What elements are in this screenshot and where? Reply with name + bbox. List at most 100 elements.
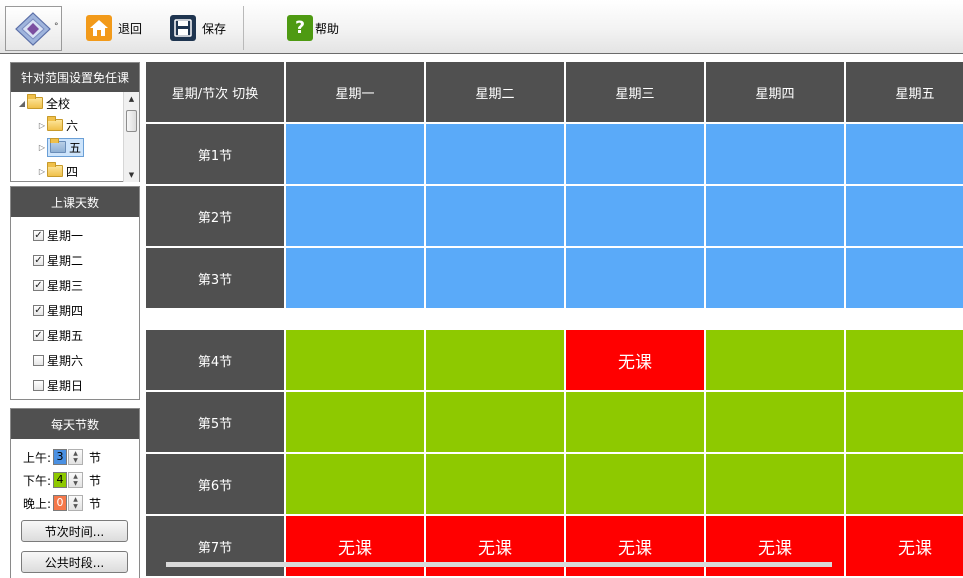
timetable-cell[interactable] [706, 248, 844, 308]
tree-selection[interactable]: 五 [47, 137, 85, 157]
app-logo[interactable]: ° [5, 6, 62, 51]
timetable-cell[interactable] [566, 248, 704, 308]
day-checkbox-sun[interactable]: 星期日 [33, 375, 83, 395]
timetable-cell[interactable] [426, 186, 564, 246]
spinner-arrows-icon[interactable]: ▲ ▼ [68, 472, 84, 488]
checkbox-unchecked-icon[interactable] [33, 379, 44, 391]
checkbox-checked-icon[interactable]: ✓ [33, 304, 44, 316]
no-class-cell[interactable]: 无课 [846, 516, 963, 576]
day-checkbox-fri[interactable]: ✓ 星期五 [33, 325, 83, 345]
column-header-thu: 星期四 [706, 62, 844, 122]
timetable-cell[interactable] [846, 186, 963, 246]
help-button[interactable]: ? 帮助 [287, 14, 339, 42]
timetable-cell[interactable] [286, 124, 424, 184]
row-header-period-7: 第7节 [146, 516, 284, 576]
no-class-cell[interactable]: 无课 [706, 516, 844, 576]
period-time-button[interactable]: 节次时间... [21, 520, 128, 542]
morning-periods-spinner[interactable]: 上午: 3 ▲ ▼ 节 [23, 448, 101, 466]
public-slot-button[interactable]: 公共时段... [21, 551, 128, 573]
scope-panel: 针对范围设置免任课 ◢ 全校 ▷ 六 ▷ 五 ▷ 四 ▲ ▼ [10, 62, 140, 182]
tree-node-label: 四 [66, 164, 79, 179]
afternoon-periods-spinner[interactable]: 下午: 4 ▲ ▼ 节 [23, 471, 101, 489]
tree-node-grade-4[interactable]: ▷ 四 [37, 162, 78, 180]
timetable-cell[interactable] [846, 124, 963, 184]
day-label: 星期一 [47, 228, 84, 243]
timetable-cell[interactable] [286, 248, 424, 308]
column-header-wed: 星期三 [566, 62, 704, 122]
no-class-cell[interactable]: 无课 [286, 516, 424, 576]
timetable-cell[interactable] [286, 454, 424, 514]
tree-node-grade-6[interactable]: ▷ 六 [37, 116, 78, 134]
no-class-cell[interactable]: 无课 [566, 516, 704, 576]
checkbox-checked-icon[interactable]: ✓ [33, 229, 44, 241]
scroll-up-icon[interactable]: ▲ [124, 92, 139, 106]
spinner-unit: 节 [89, 473, 102, 488]
day-checkbox-sat[interactable]: 星期六 [33, 350, 83, 370]
save-button[interactable]: 保存 [170, 14, 226, 42]
timetable-cell[interactable] [706, 392, 844, 452]
timetable-cell[interactable] [426, 124, 564, 184]
back-button[interactable]: 退回 [86, 14, 142, 42]
checkbox-checked-icon[interactable]: ✓ [33, 279, 44, 291]
diamond-logo-icon [15, 12, 51, 46]
tree-node-label: 六 [66, 118, 79, 133]
tree-scrollbar[interactable]: ▲ ▼ [123, 92, 139, 182]
timetable-cell[interactable] [286, 392, 424, 452]
help-label: 帮助 [315, 21, 340, 36]
timetable-cell[interactable] [426, 392, 564, 452]
tree-node-grade-5[interactable]: ▷ 五 [37, 137, 85, 157]
no-class-cell[interactable]: 无课 [426, 516, 564, 576]
checkbox-checked-icon[interactable]: ✓ [33, 329, 44, 341]
tree-expanded-arrow-icon[interactable]: ◢ [17, 99, 27, 108]
spinner-label: 上午: [23, 450, 52, 465]
day-checkbox-tue[interactable]: ✓ 星期二 [33, 250, 83, 270]
timetable-cell[interactable] [426, 330, 564, 390]
timetable-cell[interactable] [846, 392, 963, 452]
folder-icon [50, 138, 66, 153]
timetable-cell[interactable] [286, 186, 424, 246]
toolbar-separator [243, 6, 244, 50]
tree-collapsed-arrow-icon[interactable]: ▷ [37, 121, 47, 130]
scroll-down-icon[interactable]: ▼ [124, 168, 139, 182]
timetable-cell[interactable] [706, 454, 844, 514]
timetable-cell[interactable] [706, 124, 844, 184]
spinner-arrows-icon[interactable]: ▲ ▼ [68, 449, 84, 465]
timetable-cell[interactable] [286, 330, 424, 390]
tree-node-school[interactable]: ◢ 全校 [17, 94, 70, 112]
timetable-cell[interactable] [706, 330, 844, 390]
tree-collapsed-arrow-icon[interactable]: ▷ [37, 143, 47, 152]
timetable-cell[interactable] [566, 392, 704, 452]
evening-periods-spinner[interactable]: 晚上: 0 ▲ ▼ 节 [23, 494, 101, 512]
row-header-period-5: 第5节 [146, 392, 284, 452]
spinner-arrows-icon[interactable]: ▲ ▼ [68, 495, 84, 511]
scroll-thumb[interactable] [126, 110, 137, 132]
horizontal-scrollbar[interactable] [166, 562, 832, 567]
day-checkbox-thu[interactable]: ✓ 星期四 [33, 300, 83, 320]
tree-node-label: 全校 [46, 96, 71, 111]
scope-tree[interactable]: ◢ 全校 ▷ 六 ▷ 五 ▷ 四 ▲ ▼ [11, 92, 139, 182]
timetable-cell[interactable] [846, 248, 963, 308]
column-header-mon: 星期一 [286, 62, 424, 122]
column-header-tue: 星期二 [426, 62, 564, 122]
morning-periods-input[interactable]: 3 [53, 449, 68, 465]
timetable-cell[interactable] [426, 454, 564, 514]
afternoon-periods-input[interactable]: 4 [53, 472, 68, 488]
checkbox-checked-icon[interactable]: ✓ [33, 254, 44, 266]
timetable-cell[interactable] [706, 186, 844, 246]
row-header-period-2: 第2节 [146, 186, 284, 246]
timetable-cell[interactable] [426, 248, 564, 308]
day-checkbox-wed[interactable]: ✓ 星期三 [33, 275, 83, 295]
timetable-cell[interactable] [566, 186, 704, 246]
day-label: 星期三 [47, 278, 84, 293]
no-class-cell[interactable]: 无课 [566, 330, 704, 390]
tree-collapsed-arrow-icon[interactable]: ▷ [37, 167, 47, 176]
timetable-cell[interactable] [846, 454, 963, 514]
timetable-cell[interactable] [566, 454, 704, 514]
checkbox-unchecked-icon[interactable] [33, 354, 44, 366]
timetable-cell[interactable] [566, 124, 704, 184]
timetable-cell[interactable] [846, 330, 963, 390]
spinner-unit: 节 [89, 496, 102, 511]
view-toggle-header[interactable]: 星期/节次 切换 [146, 62, 284, 122]
day-checkbox-mon[interactable]: ✓ 星期一 [33, 225, 83, 245]
evening-periods-input[interactable]: 0 [53, 495, 68, 511]
